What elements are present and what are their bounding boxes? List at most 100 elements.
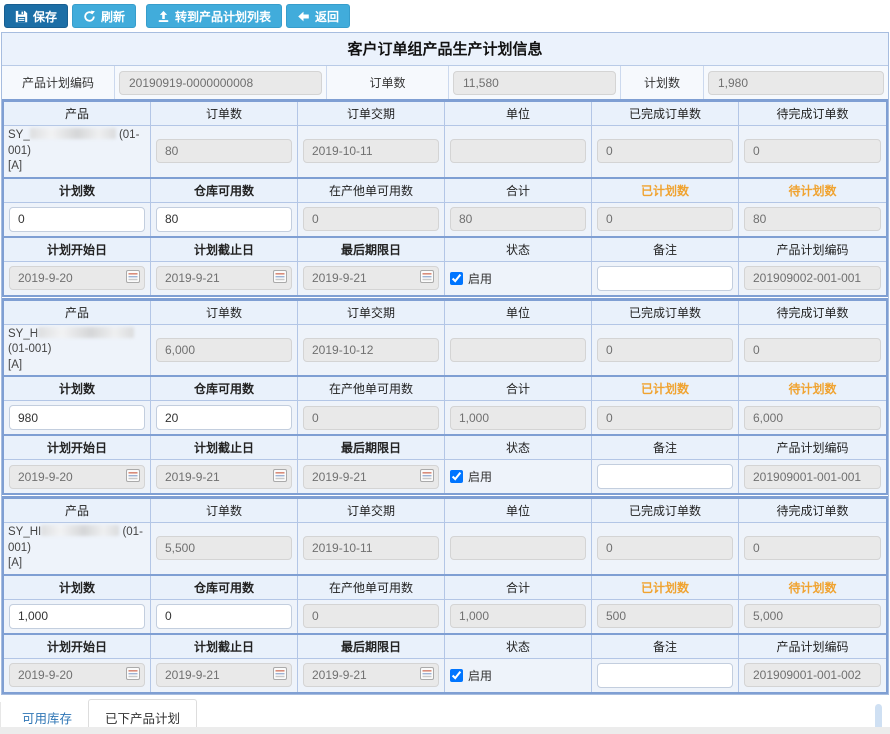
- end-date-picker[interactable]: 2019-9-21: [156, 663, 292, 687]
- plan-code-field[interactable]: 20190919-0000000008: [119, 71, 322, 95]
- block3-row3-headers: 计划开始日 计划截止日 最后期限日 状态 备注 产品计划编码: [4, 633, 886, 659]
- col-order-qty-header: 订单数: [151, 102, 298, 126]
- planned-qty-input[interactable]: [597, 207, 733, 231]
- unit-input[interactable]: [450, 338, 586, 362]
- to-plan-qty-input[interactable]: [744, 207, 881, 231]
- save-icon: [15, 10, 28, 23]
- warehouse-avail-input[interactable]: [156, 207, 292, 232]
- start-date-picker[interactable]: 2019-9-20: [9, 663, 145, 687]
- col-start-date-header: 计划开始日: [4, 635, 151, 659]
- col-completed-header: 已完成订单数: [592, 499, 739, 523]
- completed-qty-input[interactable]: [597, 338, 733, 362]
- col-unit-header: 单位: [445, 301, 592, 325]
- calendar-icon: [420, 270, 434, 286]
- horizontal-scrollbar-track[interactable]: [0, 727, 890, 734]
- plan-code-field-wrap: 20190919-0000000008: [115, 66, 327, 99]
- block3-row1-headers: 产品 订单数 订单交期 单位 已完成订单数 待完成订单数: [4, 499, 886, 523]
- due-date-input[interactable]: [303, 139, 439, 163]
- to-plan-qty-input[interactable]: [744, 406, 881, 430]
- deadline-picker[interactable]: 2019-9-21: [303, 266, 439, 290]
- col-unit-header: 单位: [445, 102, 592, 126]
- other-avail-input[interactable]: [303, 207, 439, 231]
- refresh-button-label: 刷新: [101, 8, 125, 25]
- col-remark-header: 备注: [592, 635, 739, 659]
- block3-row2-values: [4, 600, 886, 633]
- col-status-header: 状态: [445, 635, 592, 659]
- planned-qty-input[interactable]: [597, 406, 733, 430]
- goto-plan-list-button[interactable]: 转到产品计划列表: [146, 4, 282, 28]
- product-name: SY_H(01-001)[A]: [4, 325, 151, 376]
- warehouse-avail-input[interactable]: [156, 604, 292, 629]
- end-date-picker[interactable]: 2019-9-21: [156, 465, 292, 489]
- pending-qty-input[interactable]: [744, 536, 881, 560]
- col-pending-header: 待完成订单数: [739, 499, 886, 523]
- other-avail-input[interactable]: [303, 604, 439, 628]
- other-avail-input[interactable]: [303, 406, 439, 430]
- col-plan-code-header: 产品计划编码: [739, 238, 886, 262]
- col-deadline-header: 最后期限日: [298, 436, 445, 460]
- save-button[interactable]: 保存: [4, 4, 68, 28]
- back-button[interactable]: 返回: [286, 4, 350, 28]
- arrow-left-icon: [297, 10, 310, 23]
- total-input[interactable]: [450, 604, 586, 628]
- plan-qty-input[interactable]: [9, 405, 145, 430]
- remark-input[interactable]: [597, 266, 733, 291]
- toolbar: 保存 刷新 转到产品计划列表 返回: [0, 0, 890, 31]
- pending-qty-input[interactable]: [744, 139, 881, 163]
- col-unit-header: 单位: [445, 499, 592, 523]
- order-qty-input[interactable]: [156, 338, 292, 362]
- block1-row2-headers: 计划数 仓库可用数 在产他单可用数 合计 已计划数 待计划数: [4, 177, 886, 203]
- calendar-icon: [126, 667, 140, 683]
- status-enabled-checkbox[interactable]: [450, 470, 463, 483]
- planned-qty-input[interactable]: [597, 604, 733, 628]
- remark-input[interactable]: [597, 464, 733, 489]
- end-date-picker[interactable]: 2019-9-21: [156, 266, 292, 290]
- unit-input[interactable]: [450, 536, 586, 560]
- remark-input[interactable]: [597, 663, 733, 688]
- due-date-input[interactable]: [303, 338, 439, 362]
- col-pending-header: 待完成订单数: [739, 301, 886, 325]
- col-planned-header: 已计划数: [592, 179, 739, 203]
- plan-code-input[interactable]: [744, 465, 881, 489]
- deadline-picker[interactable]: 2019-9-21: [303, 663, 439, 687]
- order-qty-field-wrap: 11,580: [449, 66, 621, 99]
- block3-row3-values: 2019-9-20 2019-9-21 2019-9-21 启用: [4, 659, 886, 692]
- start-date-picker[interactable]: 2019-9-20: [9, 465, 145, 489]
- order-qty-input[interactable]: [156, 139, 292, 163]
- deadline-picker[interactable]: 2019-9-21: [303, 465, 439, 489]
- col-due-date-header: 订单交期: [298, 499, 445, 523]
- unit-input[interactable]: [450, 139, 586, 163]
- product-name: SY_ (01-001)[A]: [4, 126, 151, 177]
- total-input[interactable]: [450, 207, 586, 231]
- completed-qty-input[interactable]: [597, 139, 733, 163]
- due-date-input[interactable]: [303, 536, 439, 560]
- order-qty-input[interactable]: [156, 536, 292, 560]
- calendar-icon: [273, 270, 287, 286]
- plan-code-label: 产品计划编码: [2, 66, 115, 99]
- status-enabled-checkbox[interactable]: [450, 669, 463, 682]
- status-enabled-checkbox[interactable]: [450, 272, 463, 285]
- pending-qty-input[interactable]: [744, 338, 881, 362]
- order-qty-field[interactable]: 11,580: [453, 71, 616, 95]
- to-plan-qty-input[interactable]: [744, 604, 881, 628]
- status-enabled-label: 启用: [468, 468, 492, 485]
- status-enabled-label: 启用: [468, 270, 492, 287]
- col-order-qty-header: 订单数: [151, 499, 298, 523]
- plan-code-input[interactable]: [744, 663, 881, 687]
- plan-code-input[interactable]: [744, 266, 881, 290]
- plan-qty-input[interactable]: [9, 207, 145, 232]
- col-planned-header: 已计划数: [592, 377, 739, 401]
- total-input[interactable]: [450, 406, 586, 430]
- completed-qty-input[interactable]: [597, 536, 733, 560]
- page-title: 客户订单组产品生产计划信息: [2, 33, 888, 66]
- block2-row1-headers: 产品 订单数 订单交期 单位 已完成订单数 待完成订单数: [4, 301, 886, 325]
- refresh-button[interactable]: 刷新: [72, 4, 136, 28]
- col-completed-header: 已完成订单数: [592, 301, 739, 325]
- start-date-picker[interactable]: 2019-9-20: [9, 266, 145, 290]
- block2-row1-values: SY_H(01-001)[A]: [4, 325, 886, 376]
- total-plan-qty-field[interactable]: 1,980: [708, 71, 884, 95]
- block1-row3-headers: 计划开始日 计划截止日 最后期限日 状态 备注 产品计划编码: [4, 236, 886, 262]
- warehouse-avail-input[interactable]: [156, 405, 292, 430]
- calendar-icon: [273, 469, 287, 485]
- plan-qty-input[interactable]: [9, 604, 145, 629]
